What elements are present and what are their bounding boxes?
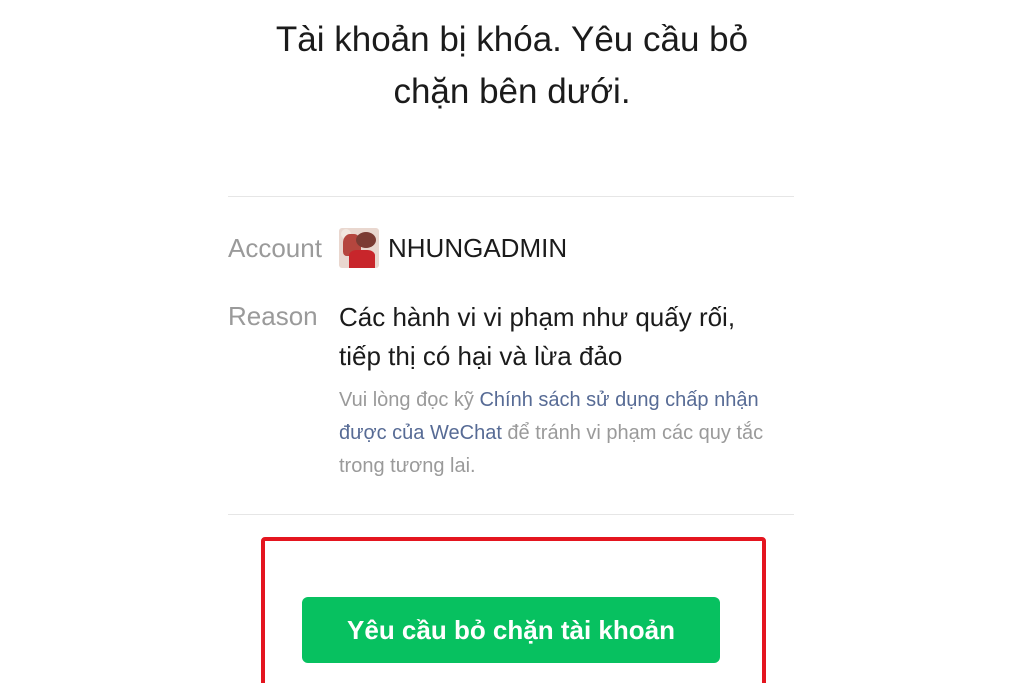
- account-label: Account: [228, 233, 322, 263]
- page-title-line-1: Tài khoản bị khóa. Yêu cầu bỏ: [275, 20, 749, 59]
- account-name: NHUNGADMIN: [388, 233, 568, 263]
- policy-note: Vui lòng đọc kỹ Chính sách sử dụng chấp …: [339, 384, 779, 483]
- reason-text-line-1: Các hành vi vi phạm như quấy rối,: [339, 302, 736, 332]
- request-unblock-button[interactable]: Yêu cầu bỏ chặn tài khoản: [302, 597, 720, 663]
- reason-text-line-2: tiếp thị có hại và lừa đảo: [339, 341, 623, 371]
- reason-text: Các hành vi vi phạm như quấy rối, tiếp t…: [339, 298, 789, 376]
- page-title-line-2: chặn bên dưới.: [393, 72, 631, 111]
- avatar: [339, 228, 379, 268]
- top-divider: [228, 196, 794, 197]
- bottom-divider: [228, 514, 794, 515]
- reason-label: Reason: [228, 301, 318, 331]
- policy-note-prefix: Vui lòng đọc kỹ: [339, 389, 480, 411]
- account-blocked-page: Tài khoản bị khóa. Yêu cầu bỏ chặn bên d…: [0, 0, 1024, 683]
- page-title: Tài khoản bị khóa. Yêu cầu bỏ chặn bên d…: [212, 14, 812, 118]
